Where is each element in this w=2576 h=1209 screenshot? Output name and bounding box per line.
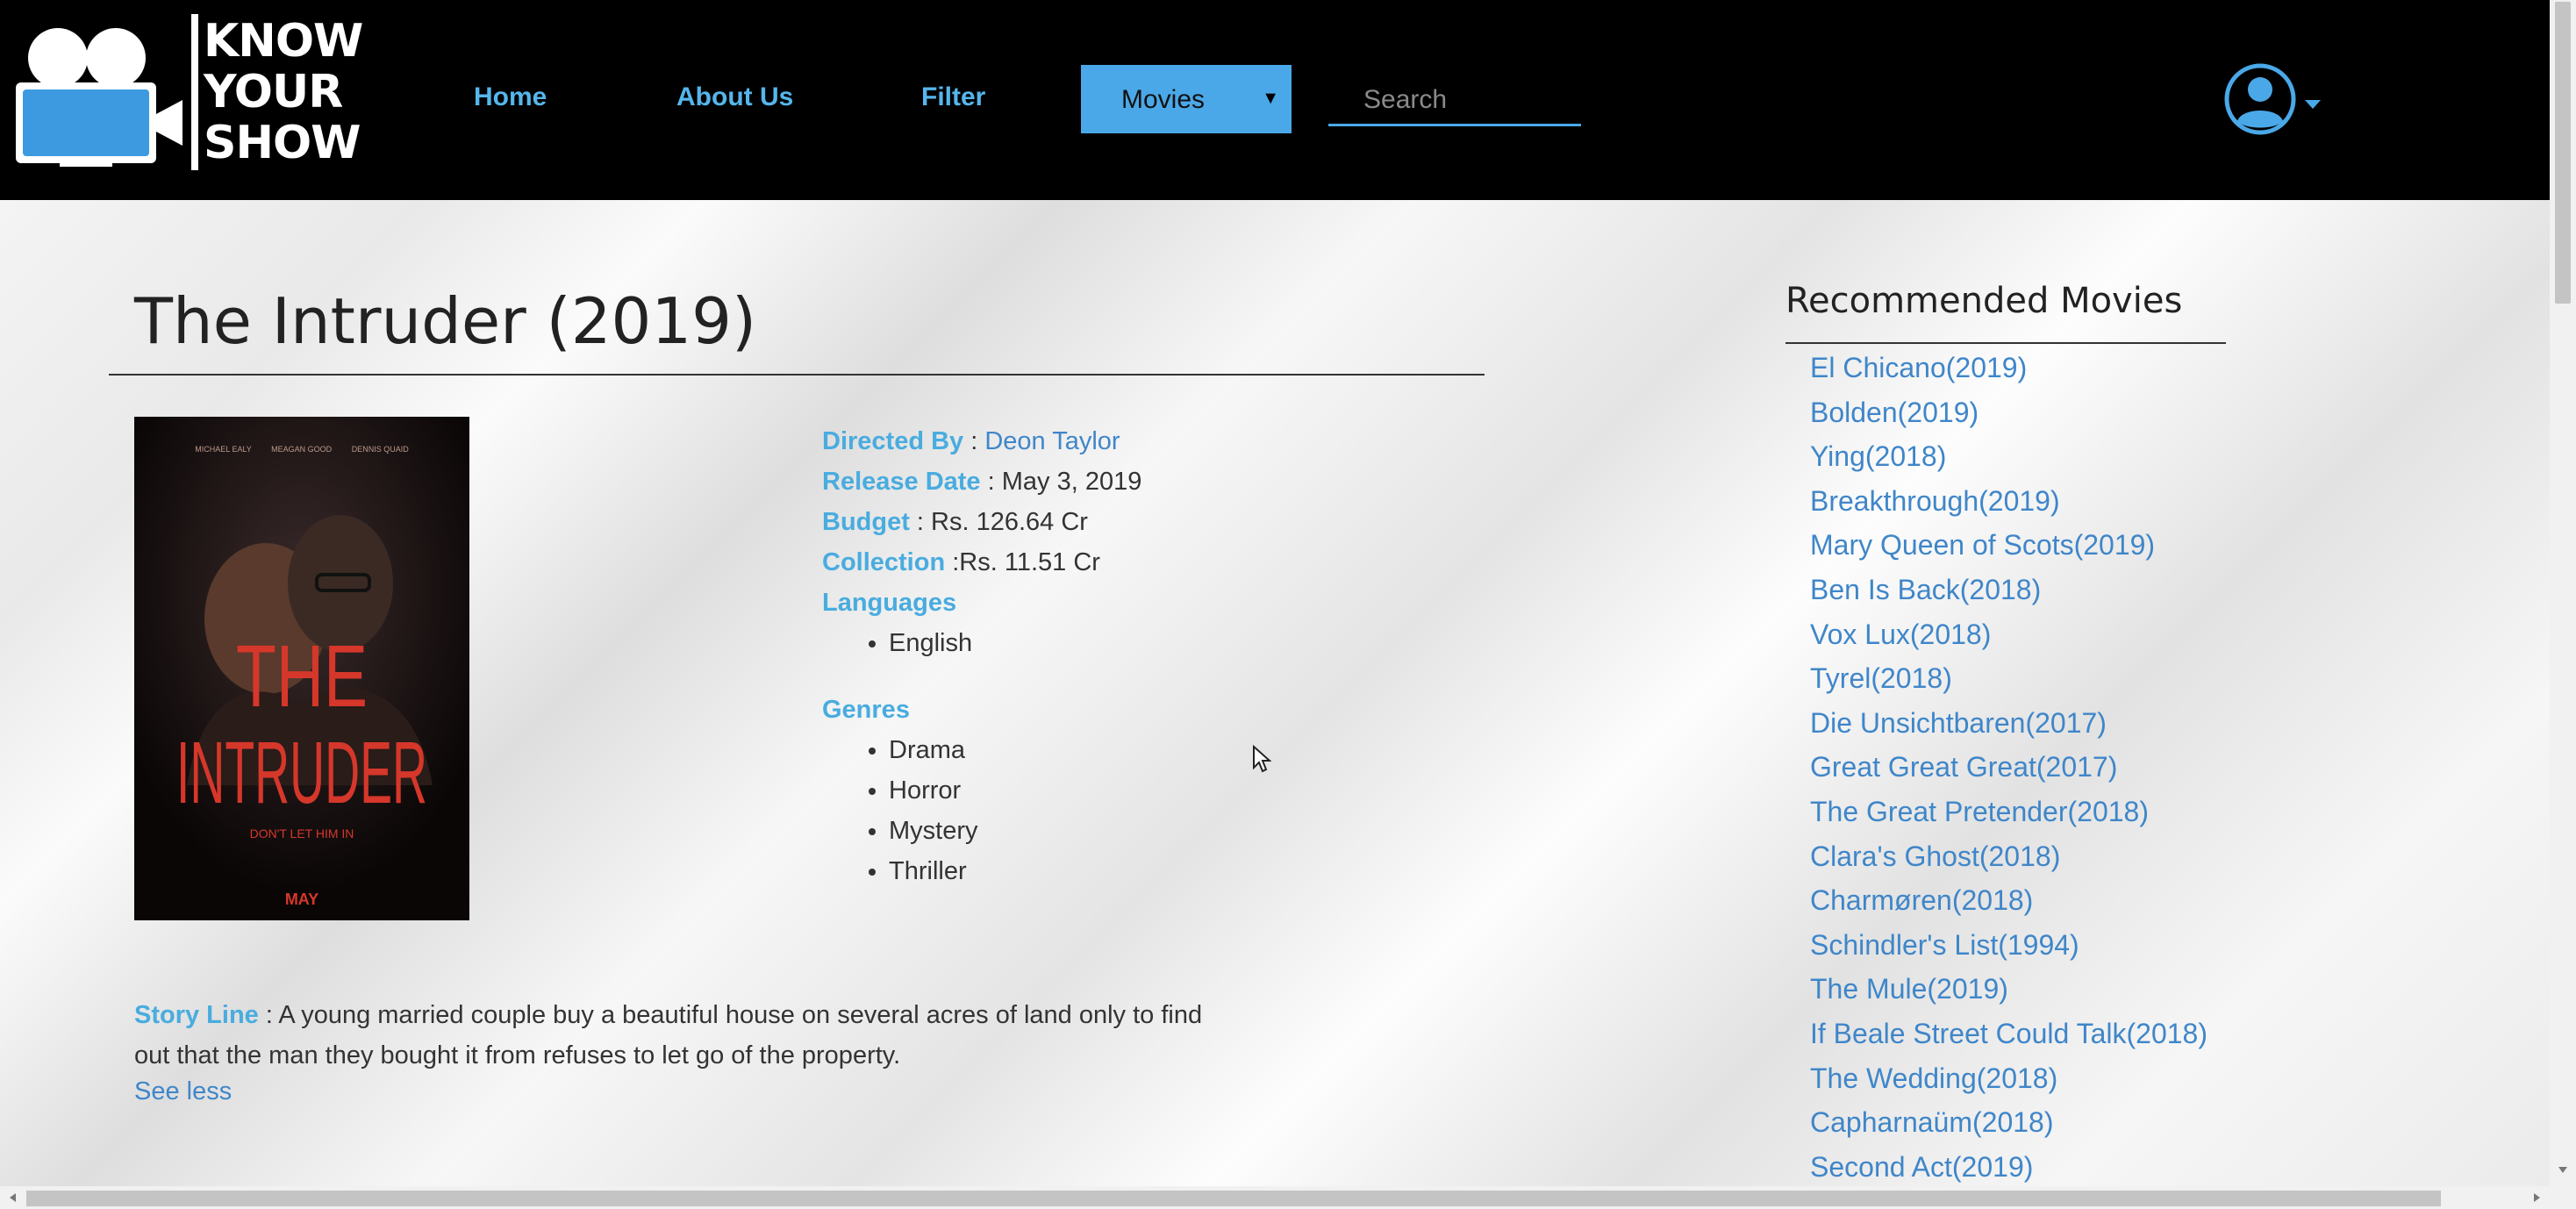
recommended-item[interactable]: Ying(2018)	[1810, 434, 2207, 479]
collection-row: Collection :Rs. 11.51 Cr	[822, 548, 1100, 576]
genres-label: Genres	[822, 696, 910, 724]
vertical-scrollbar-thumb[interactable]	[2555, 2, 2571, 304]
collection-label: Collection	[822, 548, 946, 576]
see-less-link[interactable]: See less	[134, 1077, 232, 1106]
recommended-item[interactable]: The Mule(2019)	[1810, 967, 2207, 1012]
logo-text-line3: SHOW	[204, 117, 361, 169]
recommended-title: Recommended Movies	[1785, 281, 2183, 321]
recommended-item[interactable]: Clara's Ghost(2018)	[1810, 834, 2207, 879]
recommended-item[interactable]: Second Act(2019)	[1810, 1145, 2207, 1186]
language-item: English	[889, 623, 1141, 663]
recommended-item[interactable]: Bolden(2019)	[1810, 390, 2207, 435]
budget-label: Budget	[822, 508, 910, 536]
top-navbar: KNOW YOUR SHOW Home About Us Filter Movi…	[0, 0, 2550, 200]
nav-filter-link[interactable]: Filter	[921, 82, 985, 112]
recommended-item[interactable]: Die Unsichtbaren(2017)	[1810, 701, 2207, 746]
logo-text-line2: YOUR	[204, 66, 343, 118]
dropdown-caret-icon: ▼	[1262, 89, 1279, 108]
movie-poster[interactable]: MICHAEL EALY MEAGAN GOOD DENNIS QUAID TH…	[134, 417, 469, 920]
languages-label: Languages	[822, 589, 957, 617]
recommended-item[interactable]: Vox Lux(2018)	[1810, 612, 2207, 657]
genre-item: Horror	[889, 770, 1141, 811]
directed-by-label: Directed By	[822, 427, 964, 455]
release-date-label: Release Date	[822, 468, 981, 496]
main-content: The Intruder (2019) MICHAEL EALY MEAGAN …	[0, 200, 2550, 1186]
genres-list: Drama Horror Mystery Thriller	[822, 730, 1141, 891]
recommended-item[interactable]: Charmøren(2018)	[1810, 878, 2207, 923]
horizontal-scrollbar-thumb[interactable]	[26, 1191, 2441, 1206]
logo-wordmark: KNOW YOUR SHOW	[204, 15, 363, 169]
genre-item: Thriller	[889, 851, 1141, 891]
recommended-item[interactable]: El Chicano(2019)	[1810, 346, 2207, 390]
search-input[interactable]	[1328, 75, 1581, 126]
release-date-row: Release Date : May 3, 2019	[822, 468, 1142, 496]
nav-home-link[interactable]: Home	[474, 82, 547, 112]
recommended-item[interactable]: The Great Pretender(2018)	[1810, 790, 2207, 834]
category-select-value: Movies	[1121, 85, 1206, 114]
nav-about-link[interactable]: About Us	[676, 82, 793, 112]
release-date-value: May 3, 2019	[1001, 468, 1142, 496]
scroll-left-arrow-icon[interactable]	[7, 1191, 19, 1204]
poster-title-line1: THE	[236, 627, 368, 726]
title-divider	[109, 374, 1485, 376]
poster-title-line2: INTRUDER	[176, 724, 427, 822]
genre-item: Drama	[889, 730, 1141, 770]
recommended-list: El Chicano(2019) Bolden(2019) Ying(2018)…	[1810, 346, 2207, 1186]
storyline-label: Story Line	[134, 1001, 259, 1029]
recommended-item[interactable]: Tyrel(2018)	[1810, 656, 2207, 701]
budget-row: Budget : Rs. 126.64 Cr	[822, 508, 1088, 536]
account-dropdown-caret-icon[interactable]	[2305, 98, 2321, 111]
user-avatar-icon[interactable]	[2224, 63, 2296, 135]
storyline: Story Line : A young married couple buy …	[134, 1001, 1203, 1070]
recommended-item[interactable]: Mary Queen of Scots(2019)	[1810, 523, 2207, 568]
poster-cast: MICHAEL EALY MEAGAN GOOD DENNIS QUAID	[195, 445, 409, 454]
recommended-item[interactable]: Breakthrough(2019)	[1810, 479, 2207, 524]
poster-tagline: DON'T LET HIM IN	[250, 826, 354, 841]
collection-value: Rs. 11.51 Cr	[959, 548, 1100, 576]
recommended-item[interactable]: Capharnaüm(2018)	[1810, 1100, 2207, 1145]
movie-details: Directed By : Deon Taylor Release Date :…	[822, 421, 1141, 891]
recommended-divider	[1785, 342, 2226, 344]
scroll-down-arrow-icon[interactable]	[2557, 1163, 2569, 1176]
storyline-text: A young married couple buy a beautiful h…	[134, 1001, 1203, 1070]
logo-text-line1: KNOW	[204, 15, 363, 68]
poster-release: MAY	[285, 891, 318, 908]
recommended-item[interactable]: Schindler's List(1994)	[1810, 923, 2207, 968]
recommended-item[interactable]: If Beale Street Could Talk(2018)	[1810, 1012, 2207, 1056]
directed-by-row: Directed By : Deon Taylor	[822, 427, 1120, 455]
category-select[interactable]: Movies ▼	[1081, 65, 1292, 133]
movie-title: The Intruder (2019)	[134, 284, 757, 358]
scroll-right-arrow-icon[interactable]	[2530, 1191, 2543, 1204]
languages-list: English	[822, 623, 1141, 663]
genre-item: Mystery	[889, 811, 1141, 851]
recommended-item[interactable]: The Wedding(2018)	[1810, 1056, 2207, 1101]
budget-value: Rs. 126.64 Cr	[931, 508, 1088, 536]
mouse-cursor-icon	[1253, 745, 1271, 773]
director-link[interactable]: Deon Taylor	[984, 427, 1120, 455]
recommended-item[interactable]: Ben Is Back(2018)	[1810, 568, 2207, 612]
recommended-item[interactable]: Great Great Great(2017)	[1810, 745, 2207, 790]
